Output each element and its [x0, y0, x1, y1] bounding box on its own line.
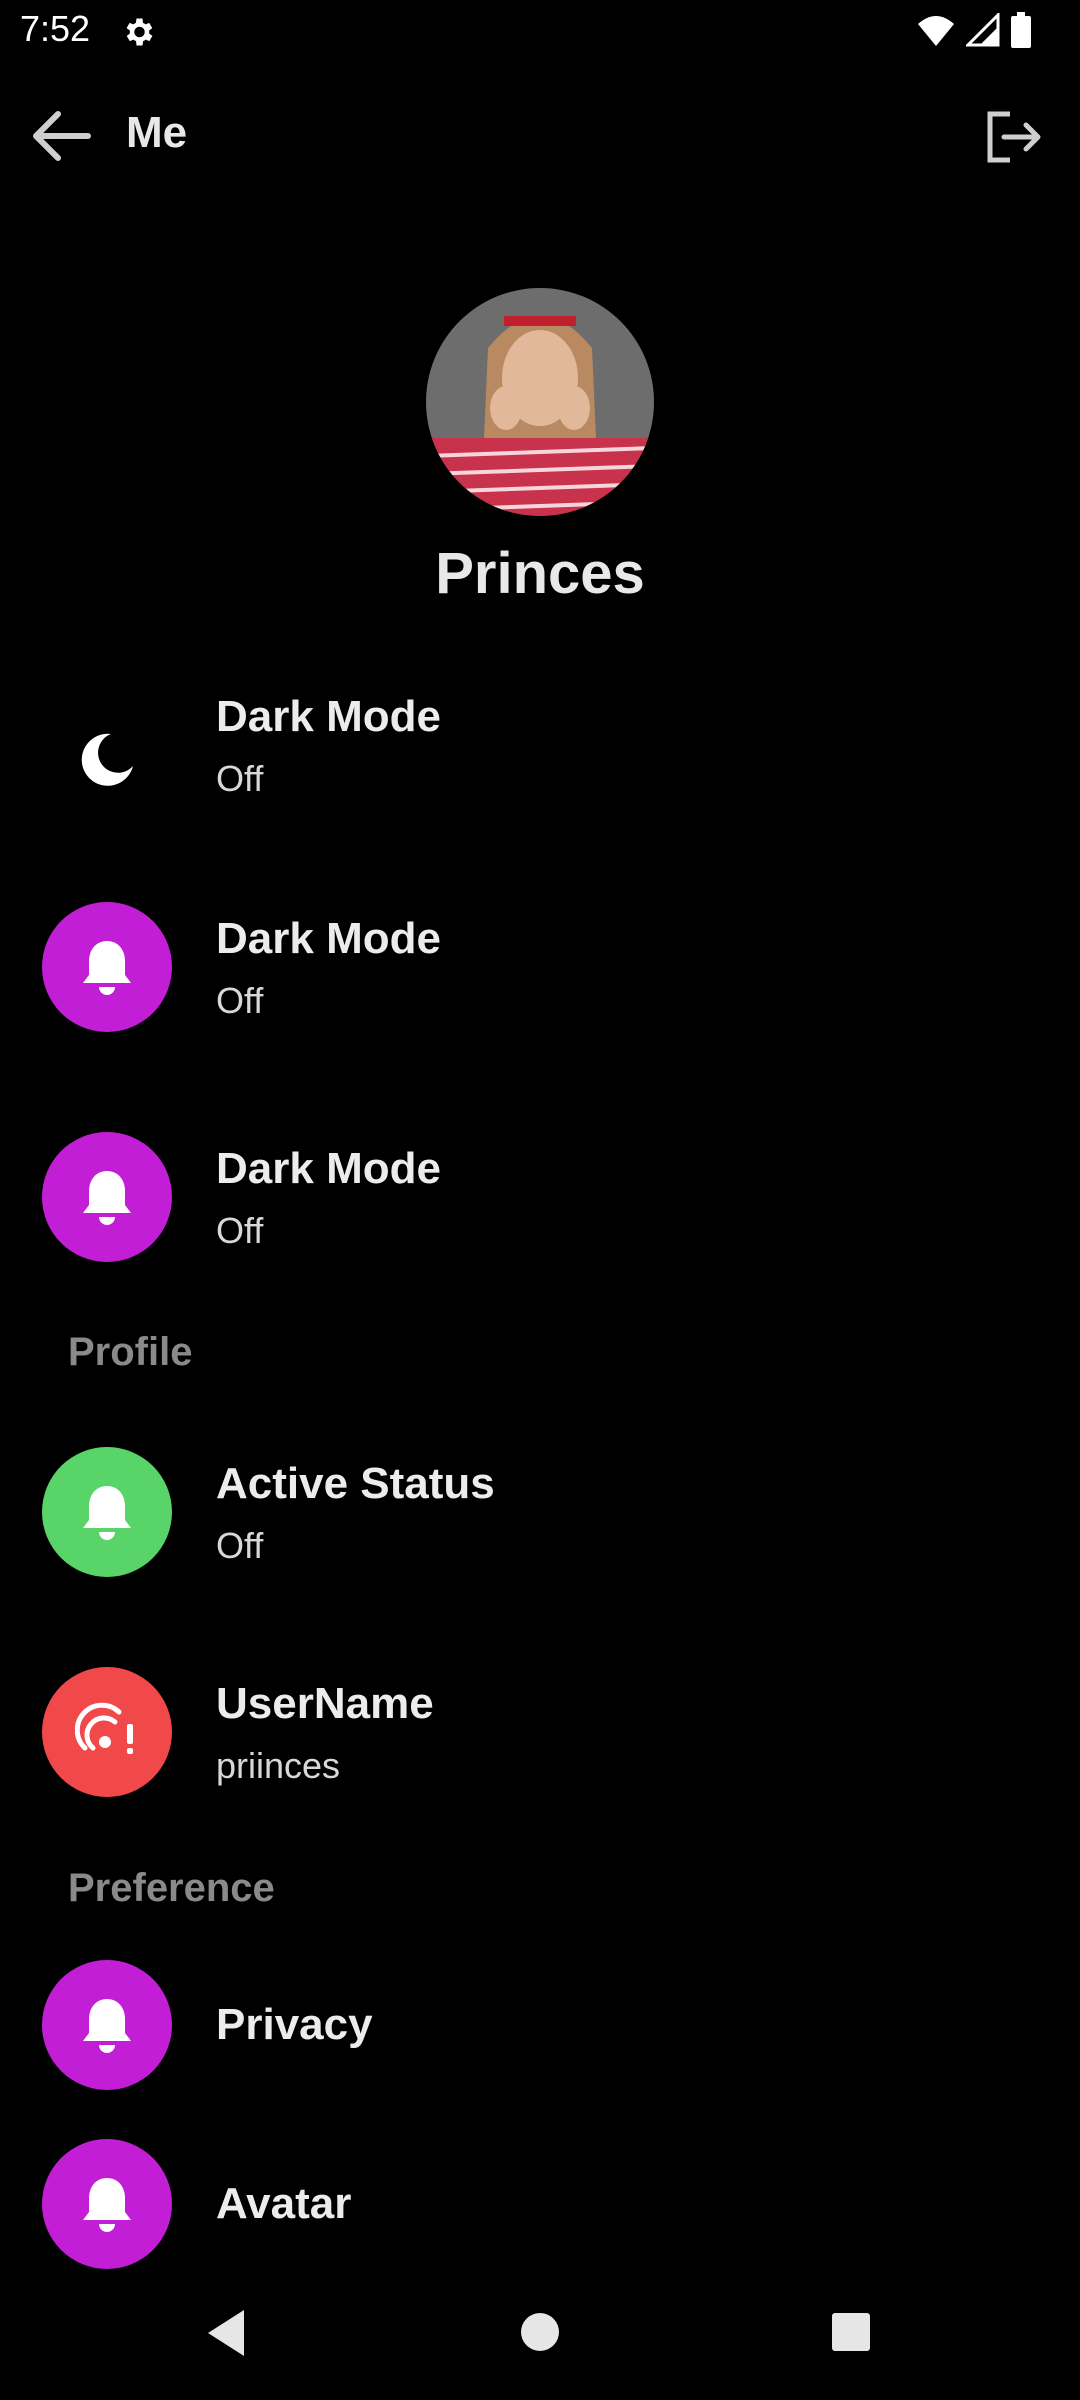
dark-mode-value: Off	[216, 980, 264, 1021]
status-time: 7:52	[20, 8, 91, 49]
section-header-preference: Preference	[68, 1866, 275, 1910]
username-title: UserName	[216, 1679, 434, 1728]
bell-icon	[83, 2178, 131, 2232]
logout-icon[interactable]	[982, 106, 1044, 168]
dark-mode-value: Off	[216, 758, 264, 799]
nav-back-icon[interactable]	[204, 2308, 248, 2358]
status-icons	[916, 12, 1032, 48]
bell-icon-container	[42, 1132, 172, 1262]
privacy-row[interactable]: Privacy	[0, 1960, 1080, 2120]
arrow-back-icon[interactable]	[28, 108, 98, 164]
dark-mode-row-1[interactable]: Dark Mode Off	[0, 678, 1080, 838]
system-nav-bar	[0, 2280, 1080, 2400]
avatar[interactable]	[426, 288, 654, 516]
avatar-title: Avatar	[216, 2179, 352, 2228]
moon-icon-container	[42, 693, 172, 823]
dark-mode-title: Dark Mode	[216, 1144, 441, 1193]
avatar-row[interactable]: Avatar	[0, 2139, 1080, 2299]
bell-icon	[83, 941, 131, 995]
bell-icon	[83, 1171, 131, 1225]
active-status-value: Off	[216, 1525, 264, 1566]
bell-icon	[83, 1486, 131, 1540]
battery-icon	[1011, 12, 1031, 48]
dark-mode-value: Off	[216, 1210, 264, 1251]
privacy-title: Privacy	[216, 2000, 373, 2049]
moon-icon	[81, 733, 133, 786]
nav-recents-icon[interactable]	[830, 2311, 872, 2353]
bell-icon-container	[42, 902, 172, 1032]
broadcast-alert-icon	[75, 1702, 133, 1754]
section-header-profile: Profile	[68, 1330, 193, 1374]
dark-mode-title: Dark Mode	[216, 914, 441, 963]
page-title: Me	[126, 108, 188, 157]
settings-gear-icon	[126, 18, 153, 46]
status-bar: 7:52	[0, 0, 1080, 62]
profile-name: Princes	[435, 541, 645, 606]
bell-icon	[83, 1999, 131, 2053]
dark-mode-row-3[interactable]: Dark Mode Off	[0, 1130, 1080, 1290]
bell-icon-container	[42, 1447, 172, 1577]
bell-icon-container	[42, 1960, 172, 2090]
app-bar: Me	[0, 90, 1080, 180]
dark-mode-row-2[interactable]: Dark Mode Off	[0, 900, 1080, 1060]
nav-home-icon[interactable]	[519, 2311, 561, 2353]
active-status-row[interactable]: Active Status Off	[0, 1445, 1080, 1605]
bell-icon-container	[42, 2139, 172, 2269]
cell-signal-icon	[966, 13, 1000, 47]
broadcast-icon-container	[42, 1667, 172, 1797]
username-row[interactable]: UserName priinces	[0, 1665, 1080, 1825]
profile-photo	[426, 288, 654, 516]
username-value: priinces	[216, 1745, 341, 1786]
active-status-title: Active Status	[216, 1459, 495, 1508]
wifi-icon	[918, 16, 954, 46]
dark-mode-title: Dark Mode	[216, 692, 441, 741]
